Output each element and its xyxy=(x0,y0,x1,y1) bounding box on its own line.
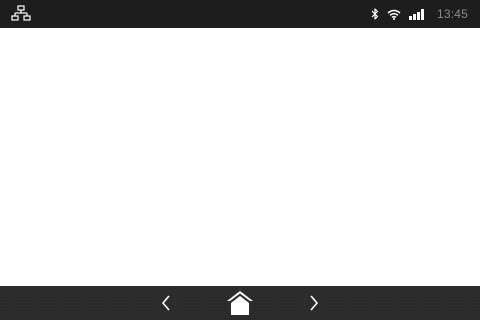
home-button[interactable] xyxy=(222,286,258,320)
back-icon xyxy=(161,295,170,311)
back-button[interactable] xyxy=(152,286,180,320)
navigation-bar xyxy=(0,286,480,320)
android-screen: 13:45 xyxy=(0,0,480,320)
main-content-area xyxy=(0,28,480,286)
forward-button[interactable] xyxy=(300,286,328,320)
forward-icon xyxy=(310,295,319,311)
status-bar: 13:45 xyxy=(0,0,480,28)
home-icon xyxy=(227,291,253,315)
signal-icon xyxy=(408,8,425,20)
wifi-icon xyxy=(387,9,401,20)
status-icons: 13:45 xyxy=(371,0,468,28)
bluetooth-icon xyxy=(371,8,379,20)
status-clock: 13:45 xyxy=(436,7,468,21)
network-icon xyxy=(11,5,31,23)
